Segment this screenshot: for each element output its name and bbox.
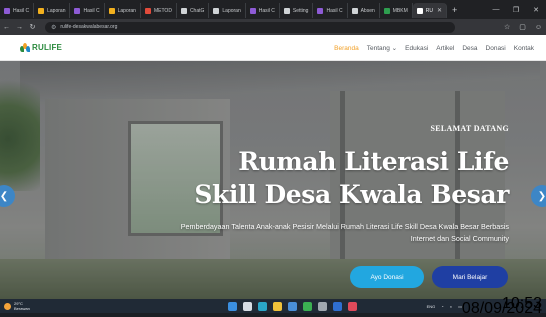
tab-label: Setting (292, 7, 309, 14)
weather-desc: Berawan (14, 306, 30, 311)
tab-favicon-icon (38, 7, 45, 14)
browser-tab[interactable]: Laporan (105, 3, 141, 18)
browser-tab[interactable]: Hasil C (70, 3, 105, 18)
close-icon[interactable]: ✕ (526, 6, 546, 14)
tab-favicon-icon (317, 7, 324, 14)
os-taskbar: 29°C Berawan ENG ◔ ◖ ▭ 10:53 08/09/2024 (0, 296, 546, 317)
tab-label: Laporan (117, 7, 136, 14)
browser-tab[interactable]: Laporan (34, 3, 71, 18)
learn-button[interactable]: Mari Belajar (432, 266, 508, 288)
windows-start-icon[interactable] (228, 301, 237, 311)
tab-label: Laporan (222, 7, 241, 14)
tab-label: Hasil C (13, 7, 30, 14)
hero-subtitle: Pemberdayaan Talenta Anak-anak Pesisir M… (180, 222, 509, 243)
tab-favicon-icon (383, 7, 390, 14)
nav-item-desa[interactable]: Desa (462, 45, 477, 52)
hero-title-line-2: Skill Desa Kwala Besar (194, 180, 509, 209)
browser-tab[interactable]: METOD (141, 3, 177, 18)
tab-favicon-icon (74, 7, 81, 14)
tab-label: Hasil C (83, 7, 100, 14)
back-icon[interactable]: ← (0, 24, 13, 31)
main-nav: Beranda Tentang ⌄ Edukasi Artikel Desa Donasi… (326, 35, 534, 61)
file-explorer-icon[interactable] (273, 301, 282, 311)
bookmark-star-icon[interactable]: ☆ (504, 23, 510, 31)
tab-close-icon[interactable]: ✕ (437, 7, 442, 14)
browser-toolbar: ← → ↻ ⚙ rulife-desakwalabesar.org ☆ ▢ ☺ (0, 19, 546, 35)
system-tray: ENG ◔ ◖ ▭ 10:53 08/09/2024 (421, 296, 542, 317)
browser-edge-icon[interactable] (258, 301, 267, 311)
profile-icon[interactable]: ☺ (535, 24, 542, 31)
site-info-icon[interactable]: ⚙ (51, 24, 56, 31)
tab-favicon-icon (108, 7, 115, 14)
extensions-icon[interactable]: ▢ (519, 23, 526, 31)
hero-title-line-1: Rumah Literasi Life (238, 147, 509, 176)
settings-icon[interactable] (318, 301, 327, 311)
clock[interactable]: 10:53 08/09/2024 (461, 296, 542, 317)
chrome-icon[interactable] (303, 301, 312, 311)
hero-welcome: SELAMAT DATANG (430, 124, 509, 133)
browser-tab-bar: Hasil C Laporan Hasil C Laporan METOD ChatG La… (0, 0, 546, 19)
donate-button[interactable]: Ayo Donasi (350, 266, 424, 288)
browser-tab[interactable]: Setting (280, 3, 314, 18)
tab-favicon-icon (144, 7, 151, 14)
network-icon[interactable]: ◔ (441, 304, 443, 309)
tab-favicon-icon (351, 7, 358, 14)
word-icon[interactable] (333, 301, 342, 311)
nav-item-donasi[interactable]: Donasi (486, 45, 506, 52)
browser-tab[interactable]: Absen (348, 3, 380, 18)
plus-icon[interactable]: + (452, 5, 457, 15)
tab-label: MBKM (392, 7, 408, 14)
window-controls: — ❐ ✕ (486, 0, 546, 19)
nav-item-artikel[interactable]: Artikel (436, 45, 454, 52)
tab-favicon-icon (249, 7, 256, 14)
tab-label: RU (425, 7, 433, 14)
tab-label: ChatG (189, 7, 205, 14)
browser-tab[interactable]: Hasil C (313, 3, 348, 18)
tab-favicon-icon (180, 7, 187, 14)
logo-text: RULIFE (32, 43, 63, 52)
tab-favicon-icon (4, 7, 10, 14)
language-indicator[interactable]: ENG (427, 304, 436, 309)
tab-label: Hasil C (258, 7, 275, 14)
forward-icon[interactable]: → (13, 24, 26, 31)
minimize-icon[interactable]: — (486, 6, 506, 13)
restore-icon[interactable]: ❐ (506, 6, 526, 14)
browser-tab[interactable]: ChatG (177, 3, 210, 18)
nav-item-kontak[interactable]: Kontak (514, 45, 534, 52)
browser-tab[interactable]: RU ✕ (412, 3, 448, 18)
weather-widget[interactable]: 29°C Berawan (4, 301, 30, 311)
photos-icon[interactable] (348, 301, 357, 311)
taskbar-apps (228, 299, 363, 313)
browser-tab[interactable]: Hasil C (0, 3, 35, 18)
tab-favicon-icon (283, 7, 290, 14)
tab-label: Hasil C (326, 7, 343, 14)
tab-label: Laporan (47, 7, 66, 14)
nav-item-tentang[interactable]: Tentang ⌄ (367, 44, 397, 52)
tab-label: Absen (360, 7, 375, 14)
toolbar-actions: ☆ ▢ ☺ (495, 19, 542, 35)
slider-next-icon[interactable]: ❯ (531, 185, 546, 207)
clock-date: 08/09/2024 (461, 300, 542, 317)
store-icon[interactable] (288, 301, 297, 311)
weather-sun-icon (4, 302, 11, 310)
site-logo[interactable]: RULIFE (20, 42, 63, 53)
tab-label: METOD (153, 7, 172, 14)
volume-icon[interactable]: ◖ (450, 304, 452, 309)
tab-favicon-icon (416, 7, 423, 14)
tab-favicon-icon (213, 7, 220, 14)
browser-tab[interactable]: Hasil C (246, 3, 280, 18)
reload-icon[interactable]: ↻ (26, 23, 39, 31)
search-icon[interactable] (243, 301, 252, 311)
nav-item-beranda[interactable]: Beranda (334, 45, 359, 52)
tab-strip: Hasil C Laporan Hasil C Laporan METOD ChatG La… (0, 0, 448, 19)
browser-tab[interactable]: MBKM (380, 3, 413, 18)
logo-leaf-icon (20, 42, 30, 53)
site-header: RULIFE Beranda Tentang ⌄ Edukasi Artikel Des… (0, 35, 546, 61)
url-text[interactable]: rulife-desakwalabesar.org (60, 24, 117, 30)
browser-tab[interactable]: Laporan (209, 3, 246, 18)
address-bar[interactable]: ⚙ rulife-desakwalabesar.org (45, 21, 455, 33)
nav-item-edukasi[interactable]: Edukasi (405, 45, 428, 52)
hero-banner: SELAMAT DATANG Rumah Literasi Life Skill… (0, 61, 546, 299)
